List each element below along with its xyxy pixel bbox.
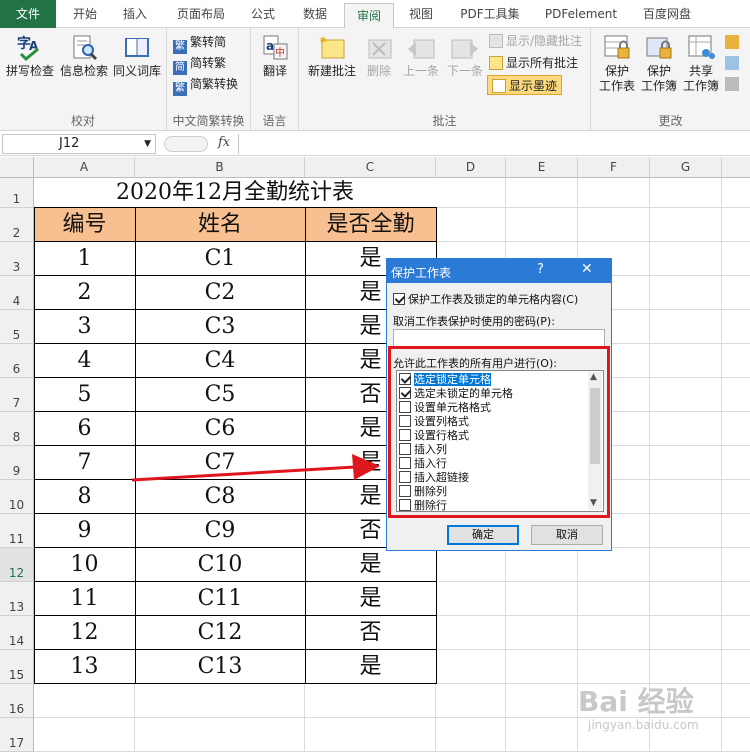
watermark-brand: Bai 经验 [578,685,694,718]
watermark-url: jingyan.baidu.com [588,718,699,732]
annotation-arrow [131,454,380,482]
